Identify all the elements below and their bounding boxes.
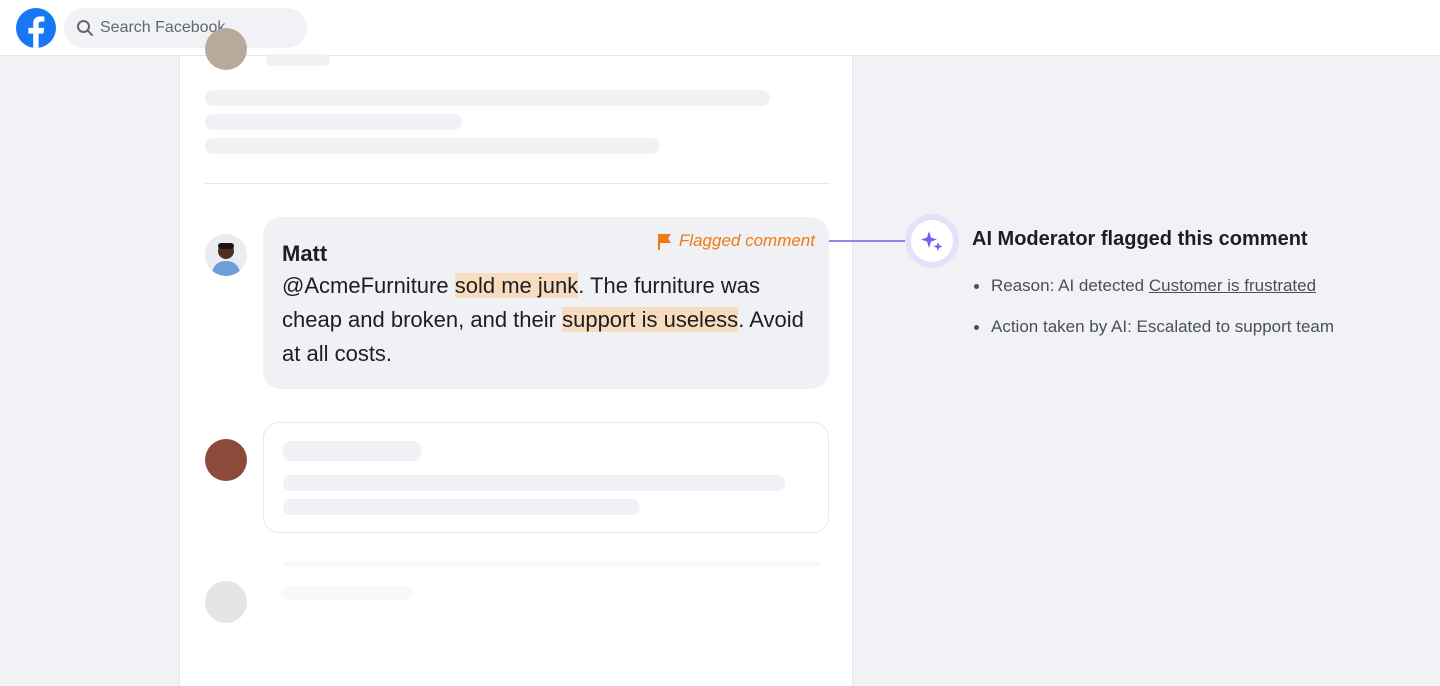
highlighted-phrase: support is useless bbox=[562, 307, 739, 332]
skeleton-line bbox=[282, 586, 412, 600]
avatar[interactable] bbox=[205, 234, 247, 276]
skeleton-line bbox=[282, 562, 819, 566]
avatar-placeholder bbox=[205, 581, 247, 623]
comment-text: @AcmeFurniture sold me junk. The furnitu… bbox=[282, 269, 812, 371]
flagged-comment[interactable]: Flagged comment Matt @AcmeFurniture sold… bbox=[263, 217, 829, 389]
skeleton-line bbox=[205, 90, 770, 106]
comment-text-segment: @AcmeFurniture bbox=[282, 273, 455, 298]
flag-label: Flagged comment bbox=[678, 231, 815, 250]
highlighted-phrase: sold me junk bbox=[454, 273, 579, 298]
ai-badge-inner bbox=[911, 220, 953, 262]
ai-moderator-details: Reason: AI detected Customer is frustrat… bbox=[974, 270, 1334, 352]
skeleton-line bbox=[266, 54, 330, 66]
skeleton-line bbox=[205, 114, 462, 130]
flagged-comment-label: Flagged comment bbox=[657, 231, 815, 251]
divider bbox=[205, 183, 830, 184]
ai-reason-item: Reason: AI detected Customer is frustrat… bbox=[974, 270, 1334, 311]
connector-line bbox=[829, 240, 907, 242]
skeleton-line bbox=[283, 441, 421, 461]
comment-author[interactable]: Matt bbox=[282, 241, 327, 267]
comment-feed: Flagged comment Matt @AcmeFurniture sold… bbox=[179, 28, 853, 686]
search-icon bbox=[77, 20, 93, 36]
reason-link[interactable]: Customer is frustrated bbox=[1149, 276, 1316, 295]
search-bar[interactable] bbox=[64, 8, 307, 48]
skeleton-line bbox=[283, 499, 640, 515]
skeleton-line bbox=[205, 138, 660, 154]
comment-placeholder bbox=[263, 422, 829, 533]
sparkle-icon bbox=[921, 231, 943, 251]
facebook-logo-icon[interactable] bbox=[16, 8, 56, 48]
avatar-placeholder bbox=[205, 439, 247, 481]
ai-moderator-title: AI Moderator flagged this comment bbox=[972, 228, 1308, 250]
search-input[interactable] bbox=[100, 8, 300, 48]
skeleton-line bbox=[283, 475, 785, 491]
ai-moderator-badge bbox=[905, 214, 959, 268]
flag-icon bbox=[657, 233, 671, 250]
ai-action-item: Action taken by AI: Escalated to support… bbox=[974, 311, 1334, 352]
action-text: Action taken by AI: Escalated to support… bbox=[991, 317, 1335, 336]
reason-text: Reason: AI detected bbox=[991, 276, 1149, 295]
avatar-placeholder bbox=[205, 28, 247, 70]
